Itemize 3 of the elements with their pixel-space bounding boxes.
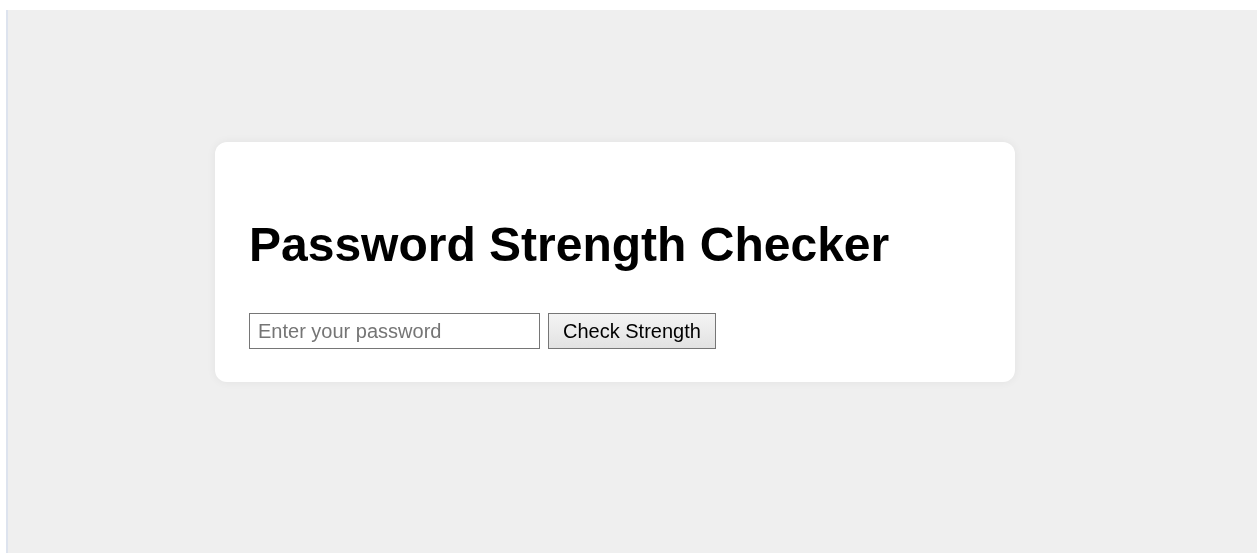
check-strength-button[interactable]: Check Strength [548,313,716,349]
page-title: Password Strength Checker [249,217,891,273]
password-field[interactable]: Enter your password [249,313,540,349]
